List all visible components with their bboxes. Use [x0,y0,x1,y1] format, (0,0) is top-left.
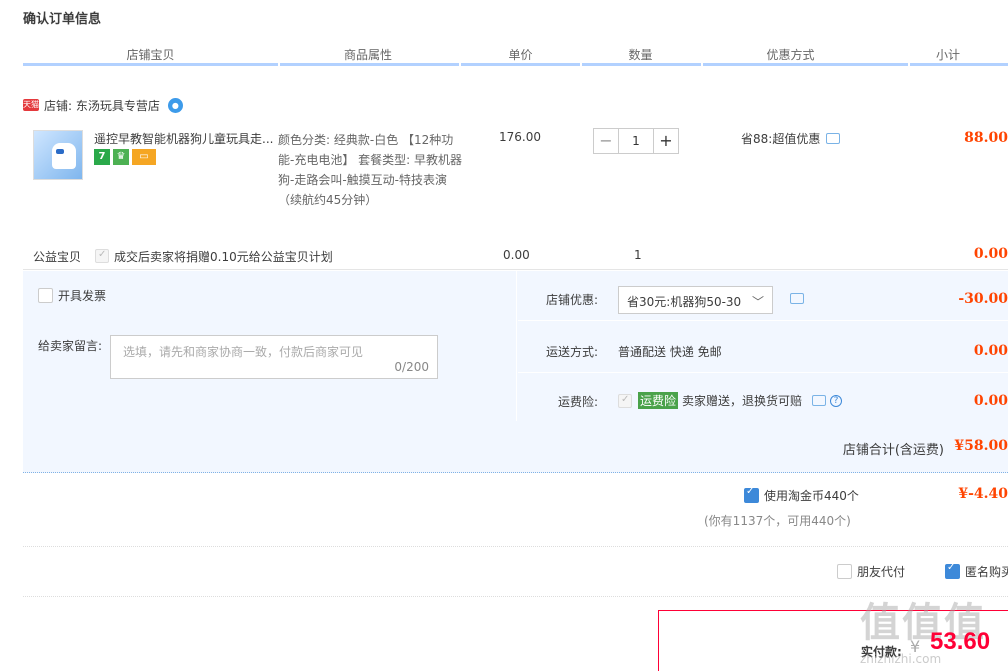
shipping-label: 运送方式: [545,345,598,359]
shop-discount-row: 店铺优惠: 省30元:机器狗50-30 ﹀ -30.00 [518,271,1008,321]
coin-option[interactable]: 使用淘金币440个 [744,487,859,504]
shop-total-label: 店铺合计(含运费) [842,443,944,458]
message-char-count: 0/200 [394,360,429,374]
shop-discount-label: 店铺优惠: [545,293,598,307]
shipping-value: 普通配送 快递 免邮 [618,345,722,359]
product-name-link[interactable]: 遥控早教智能机器狗儿童玩具走... [94,130,274,147]
coin-amount: ¥-4.40 [958,486,1008,502]
message-placeholder: 选填，请先和商家协商一致，付款后商家可见 [123,345,364,359]
insurance-label: 运费险: [557,395,598,409]
header-promo: 优惠方式 [766,48,815,62]
help-icon[interactable]: ? [830,394,843,407]
item-subtotal: 88.00 [964,130,1008,146]
header-price: 单价 [508,48,533,62]
quantity-input[interactable] [619,128,653,154]
page-title: 确认订单信息 [23,12,102,27]
comment-icon[interactable] [826,133,841,144]
shipping-row: 运送方式: 普通配送 快递 免邮 0.00 [518,323,1008,373]
anonymous-label: 匿名购买 [965,565,1008,579]
coin-available: (你有1137个，可用440个) [704,514,851,528]
chevron-down-icon: ﹀ [751,295,764,309]
shop-row: 天猫 店铺: 东汤玩具专营店 ● [23,96,183,114]
charity-checkbox [95,249,109,263]
tmall-icon: 天猫 [23,99,39,111]
invoice-checkbox[interactable] [38,288,53,303]
seven-day-return-icon: 7 [94,149,110,165]
quantity-stepper[interactable]: − + [593,128,679,154]
shop-discount-value: 省30元:机器狗50-30 [627,295,742,309]
insurance-checkbox [618,394,632,408]
charity-text: 成交后卖家将捐赠0.10元给公益宝贝计划 [114,250,333,264]
comment-icon[interactable] [812,395,827,406]
message-input[interactable]: 选填，请先和商家协商一致，付款后商家可见 0/200 [110,335,438,379]
promo-text: 省88:超值优惠 [741,132,821,146]
charity-price: 0.00 [503,248,530,262]
insurance-amount: 0.00 [973,393,1008,409]
anonymous-checkbox[interactable] [945,564,960,579]
header-subtotal: 小计 [935,48,960,62]
insurance-row: 运费险: 运费险 卖家赠送，退换货可赔 ? 0.00 [518,375,1008,421]
message-label: 给卖家留言: [38,339,103,353]
shipping-amount: 0.00 [973,343,1008,359]
insurance-badge: 运费险 [638,392,679,409]
shop-discount-amount: -30.00 [958,291,1008,307]
comment-icon[interactable] [790,293,804,304]
header-qty: 数量 [628,48,653,62]
charity-label: 公益宝贝 [33,250,82,264]
coin-checkbox[interactable] [744,488,759,503]
header-shop-item: 店铺宝贝 [126,48,175,62]
charity-subtotal: 0.00 [973,246,1008,262]
insurance-value: 卖家赠送，退换货可赔 [682,394,803,408]
coin-label: 使用淘金币440个 [764,489,859,503]
charity-qty: 1 [634,248,642,262]
unit-price: 176.00 [499,130,541,144]
plus-button[interactable]: + [653,128,679,154]
charity-row: 公益宝贝 成交后卖家将捐赠0.10元给公益宝贝计划 0.00 1 0.00 [23,246,1008,270]
order-item: 遥控早教智能机器狗儿童玩具走... 7 ♛ ▭ 颜色分类: 经典款-白色 【12… [23,122,1008,240]
guarantee-icon: ♛ [113,149,129,165]
promo-info: 省88:超值优惠 [741,130,841,147]
shop-total-value: ¥58.00 [954,438,1008,454]
table-header: 店铺宝贝 商品属性 单价 数量 优惠方式 小计 [23,44,1008,66]
shop-total-row: 店铺合计(含运费) ¥58.00 [23,421,1008,473]
friend-pay-option[interactable]: 朋友代付 [837,563,905,580]
service-badges: 7 ♛ ▭ [94,149,156,165]
wangwang-chat-icon[interactable]: ● [167,97,183,113]
friend-pay-checkbox[interactable] [837,564,852,579]
shop-name[interactable]: 店铺: 东汤玩具专营店 [44,97,160,114]
product-thumbnail[interactable] [33,130,83,180]
anonymous-option[interactable]: 匿名购买 [945,563,1008,580]
product-properties: 颜色分类: 经典款-白色 【12种功能-充电电池】 套餐类型: 早教机器狗-走路… [278,133,463,207]
header-props: 商品属性 [343,48,392,62]
watermark-url: zhizhizhi.com [860,652,942,666]
shop-discount-select[interactable]: 省30元:机器狗50-30 ﹀ [618,286,773,314]
left-options: 开具发票 给卖家留言: 选填，请先和商家协商一致，付款后商家可见 0/200 [23,271,517,421]
invoice-option[interactable]: 开具发票 [38,287,106,304]
insurance-info: 运费险 卖家赠送，退换货可赔 ? [638,392,843,409]
credit-card-icon: ▭ [132,149,156,165]
order-options-panel: 开具发票 给卖家留言: 选填，请先和商家协商一致，付款后商家可见 0/200 店… [23,271,1008,421]
invoice-label: 开具发票 [58,289,107,303]
minus-button[interactable]: − [593,128,619,154]
friend-pay-label: 朋友代付 [857,565,906,579]
divider [23,546,1008,547]
